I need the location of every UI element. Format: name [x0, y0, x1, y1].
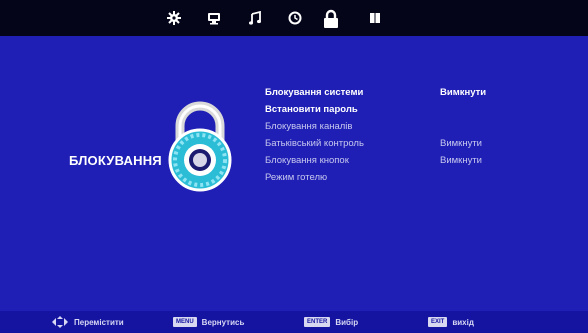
menu-item-parental-control[interactable]: Батьківський контроль Вимкнути — [265, 135, 515, 152]
menu-item-set-password[interactable]: Встановити пароль — [265, 101, 515, 118]
menu-item-label: Блокування кнопок — [265, 155, 349, 166]
hint-select: ENTER Вибір — [304, 315, 358, 329]
menu-key: MENU — [173, 317, 197, 327]
key-hint-bar: Перемістити MENU Вернутись ENTER Вибір E… — [0, 311, 588, 333]
menu-item-value: Вимкнути — [440, 87, 487, 98]
book-icon[interactable] — [366, 9, 384, 27]
hint-back: MENU Вернутись — [173, 315, 244, 329]
menu-item-hotel-mode[interactable]: Режим готелю — [265, 169, 515, 186]
exit-key: EXIT — [428, 317, 448, 327]
lock-icon[interactable] — [319, 4, 343, 34]
menu-item-value: Вимкнути — [440, 138, 482, 149]
hint-label: Вибір — [335, 317, 359, 327]
menu-item-system-lock[interactable]: Блокування системи Вимкнути — [265, 84, 515, 101]
menu-item-label: Батьківський контроль — [265, 138, 364, 149]
lock-menu-list: Блокування системи Вимкнути Встановити п… — [265, 84, 515, 186]
menu-item-key-lock[interactable]: Блокування кнопок Вимкнути — [265, 152, 515, 169]
hint-move: Перемістити — [52, 315, 124, 329]
menu-item-label: Встановити пароль — [265, 104, 358, 115]
arrows-icon — [52, 316, 68, 328]
hint-exit: EXIT вихід — [428, 315, 474, 329]
section-title: БЛОКУВАННЯ — [69, 153, 162, 168]
clock-icon[interactable] — [286, 9, 304, 27]
monitor-icon[interactable] — [205, 9, 223, 27]
menu-item-channel-lock[interactable]: Блокування каналів — [265, 118, 515, 135]
hint-label: Перемістити — [74, 317, 124, 327]
enter-key: ENTER — [304, 317, 331, 327]
hint-label: Вернутись — [201, 317, 245, 327]
menu-item-label: Режим готелю — [265, 172, 328, 183]
hint-label: вихід — [452, 317, 474, 327]
menu-item-value: Вимкнути — [440, 155, 482, 166]
music-note-icon[interactable] — [246, 9, 264, 27]
menu-tab-bar — [0, 0, 588, 36]
menu-item-label: Блокування системи — [265, 87, 364, 98]
padlock-icon — [160, 96, 240, 196]
menu-item-label: Блокування каналів — [265, 121, 353, 132]
picture-gear-icon[interactable] — [165, 9, 183, 27]
